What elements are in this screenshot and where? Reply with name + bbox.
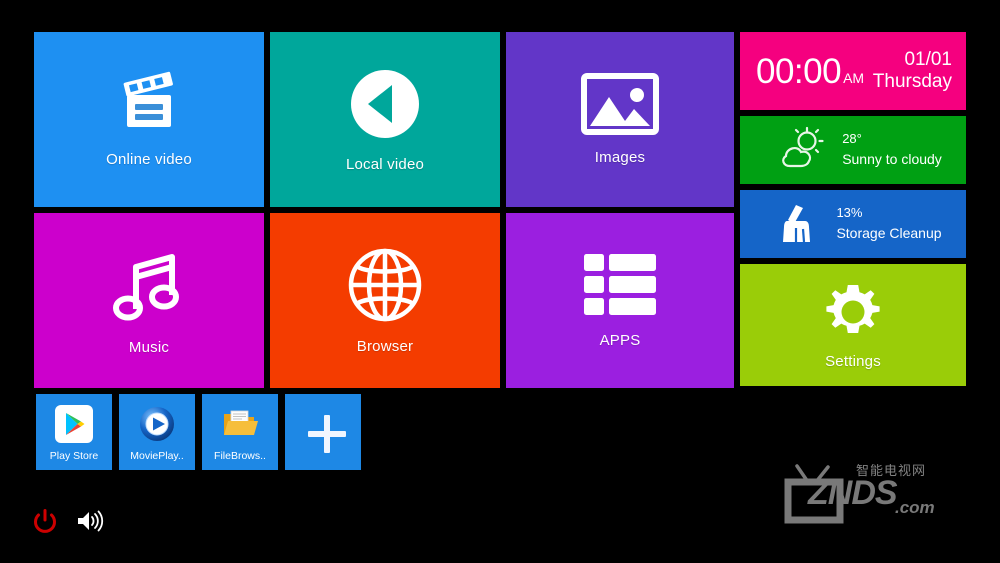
- tile-grid: Online video Local video Images Music Br…: [34, 32, 966, 388]
- clock-date: 01/01: [904, 49, 952, 71]
- storage-text: 13% Storage Cleanup: [836, 204, 941, 243]
- clock-time-group: 00:00 AM: [756, 54, 864, 89]
- picture-icon: [581, 73, 659, 135]
- tile-label: Local video: [345, 156, 425, 173]
- shortcut-filebrowser[interactable]: FileBrows..: [202, 394, 278, 470]
- tile-label: Images: [594, 149, 646, 166]
- clock-time: 00:00: [756, 51, 842, 91]
- clock-widget[interactable]: 00:00 AM 01/01 Thursday: [740, 32, 966, 110]
- storage-cleanup-widget[interactable]: 13% Storage Cleanup: [740, 190, 966, 258]
- shortcut-row: Play Store MoviePlay.. FileBrows..: [36, 394, 361, 470]
- settings-widget[interactable]: Settings: [740, 264, 966, 386]
- tile-online-video[interactable]: Online video: [34, 32, 264, 207]
- tv-antenna-icon: [778, 462, 850, 524]
- play-circle-left-icon: [347, 66, 423, 142]
- sun-cloud-icon: [774, 126, 830, 174]
- shortcut-label: MoviePlay..: [130, 449, 184, 462]
- tile-label: APPS: [599, 332, 641, 349]
- weather-widget[interactable]: 28° Sunny to cloudy: [740, 116, 966, 184]
- plus-icon: [304, 411, 346, 453]
- list-grid-icon: [582, 252, 658, 318]
- clock-weekday: Thursday: [872, 71, 952, 92]
- tile-label: Settings: [825, 352, 881, 370]
- tile-images[interactable]: Images: [506, 32, 734, 207]
- clock-date-group: 01/01 Thursday: [873, 49, 952, 93]
- storage-percent: 13%: [836, 205, 863, 221]
- movie-player-icon: [138, 405, 176, 443]
- tile-browser[interactable]: Browser: [270, 213, 500, 388]
- watermark: 智能电视网 ZNDS .com: [778, 456, 978, 526]
- globe-icon: [346, 246, 424, 324]
- folder-icon: [221, 405, 259, 443]
- broom-icon: [774, 201, 824, 247]
- weather-temperature: 28°: [842, 131, 862, 147]
- tile-label: Online video: [106, 151, 192, 168]
- system-bar: [32, 508, 104, 534]
- shortcut-add-app[interactable]: [285, 394, 361, 470]
- watermark-chinese: 智能电视网: [856, 464, 927, 479]
- app-tiles: Online video Local video Images Music Br…: [34, 32, 734, 388]
- watermark-suffix: .com: [895, 498, 935, 517]
- shortcut-label: Play Store: [49, 449, 99, 462]
- launcher-screen: Online video Local video Images Music Br…: [0, 0, 1000, 563]
- weather-condition: Sunny to cloudy: [842, 151, 942, 168]
- watermark-brand: ZNDS: [808, 474, 898, 512]
- tile-apps[interactable]: APPS: [506, 213, 734, 388]
- tile-music[interactable]: Music: [34, 213, 264, 388]
- shortcut-movieplayer[interactable]: MoviePlay..: [119, 394, 195, 470]
- shortcut-label: FileBrows..: [214, 449, 266, 462]
- music-note-icon: [112, 245, 186, 325]
- weather-text: 28° Sunny to cloudy: [842, 130, 942, 169]
- tile-local-video[interactable]: Local video: [270, 32, 500, 207]
- shortcut-play-store[interactable]: Play Store: [36, 394, 112, 470]
- google-play-icon: [55, 404, 93, 443]
- clock-meridiem: AM: [843, 69, 865, 86]
- tile-label: Music: [128, 339, 170, 356]
- power-icon[interactable]: [32, 508, 58, 534]
- clapperboard-icon: [113, 71, 185, 137]
- widget-column: 00:00 AM 01/01 Thursday 28° Sunny to clo…: [740, 32, 966, 388]
- gear-icon: [822, 281, 884, 343]
- storage-label: Storage Cleanup: [836, 225, 942, 242]
- volume-icon[interactable]: [76, 509, 104, 533]
- tile-label: Browser: [356, 338, 414, 355]
